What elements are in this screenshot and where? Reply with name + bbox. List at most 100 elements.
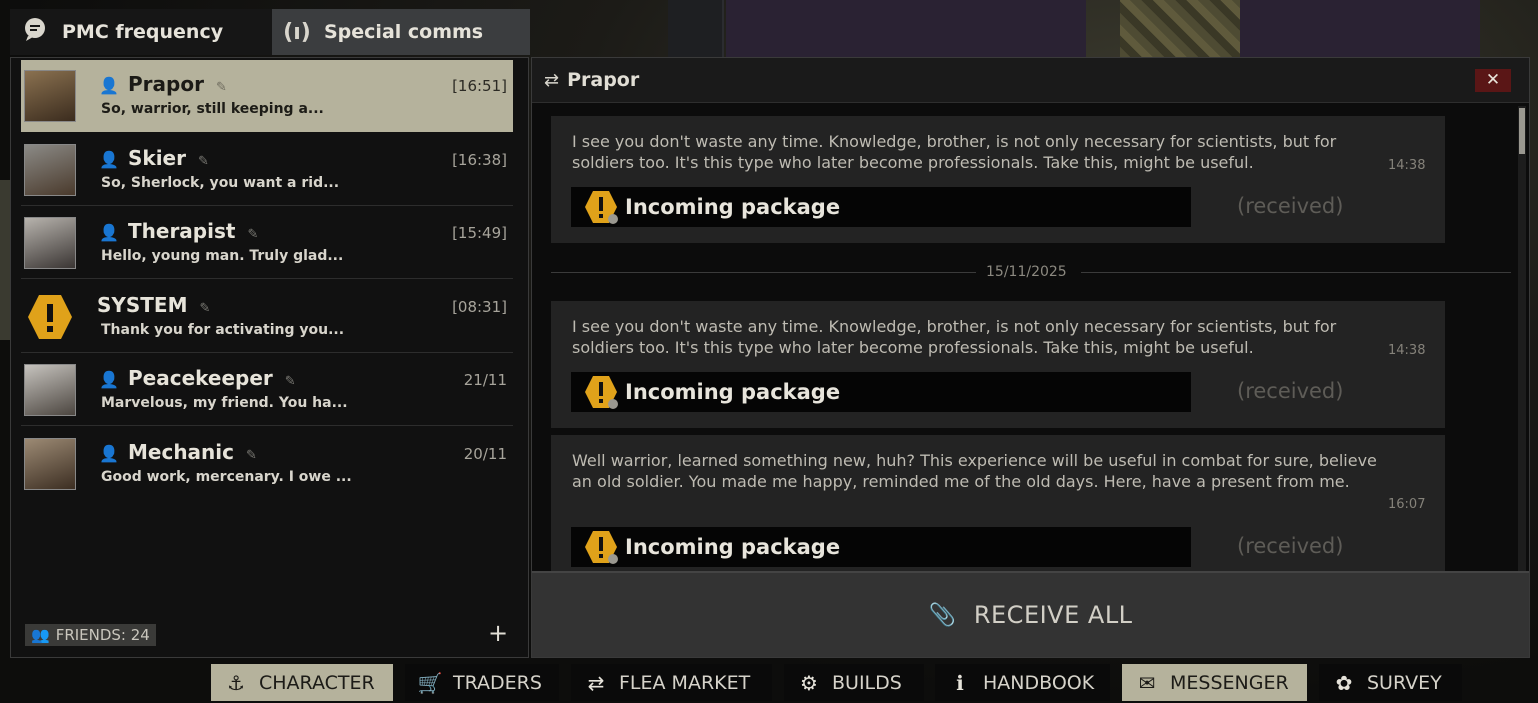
package-label: Incoming package	[625, 380, 841, 404]
warning-icon	[24, 291, 76, 343]
nav-messenger[interactable]: ✉ MESSENGER	[1122, 664, 1307, 701]
chat-header: ⇄ Prapor ✕	[532, 58, 1529, 103]
dialog-name: SYSTEM ✎	[97, 293, 211, 317]
pin-icon[interactable]: ✎	[200, 301, 211, 316]
incoming-package[interactable]: Incoming package	[571, 372, 1191, 412]
avatar	[24, 144, 76, 196]
survey-icon: ✿	[1335, 670, 1353, 695]
chat-bubble-icon	[20, 16, 50, 48]
message-time: 16:07	[1388, 497, 1426, 512]
friends-label: FRIENDS: 24	[55, 626, 150, 644]
dialog-time: [16:51]	[452, 77, 507, 95]
date-separator: 15/11/2025	[551, 264, 1511, 280]
incoming-package[interactable]: Incoming package	[571, 187, 1191, 227]
pin-icon[interactable]: ✎	[285, 374, 296, 389]
message-text: I see you don't waste any time. Knowledg…	[572, 132, 1337, 172]
dialog-preview: Good work, mercenary. I owe ...	[101, 469, 352, 485]
dialog-preview: Marvelous, my friend. You ha...	[101, 395, 348, 411]
background-scene-panel	[1240, 0, 1480, 58]
dialog-item-system[interactable]: SYSTEM ✎ [08:31] Thank you for activating…	[21, 281, 513, 353]
exchange-icon: ⇄	[587, 670, 605, 695]
tab-pmc-frequency[interactable]: PMC frequency	[10, 9, 272, 55]
exchange-icon: ⇄	[544, 69, 560, 91]
received-status: (received)	[1237, 379, 1344, 403]
dialog-time: 20/11	[463, 445, 507, 463]
dialog-time: 21/11	[463, 371, 507, 389]
dialog-item-skier[interactable]: 👤 Skier ✎ [16:38] So, Sherlock, you want …	[21, 134, 513, 206]
nav-label: BUILDS	[832, 671, 902, 694]
tab-special-comms[interactable]: (ı) Special comms	[272, 9, 530, 55]
dialog-name: Therapist ✎	[128, 219, 259, 243]
background-scene-panel	[726, 0, 1086, 58]
nav-survey[interactable]: ✿ SURVEY	[1319, 664, 1462, 701]
close-button[interactable]: ✕	[1475, 69, 1511, 92]
incoming-package[interactable]: Incoming package	[571, 527, 1191, 567]
dialog-item-prapor[interactable]: 👤 Prapor ✎ [16:51] So, warrior, still kee…	[21, 60, 513, 132]
friends-button[interactable]: 👥 FRIENDS: 24	[25, 624, 156, 646]
channel-tabs: PMC frequency (ı) Special comms	[10, 9, 530, 55]
pin-icon[interactable]: ✎	[247, 227, 258, 242]
message-time: 14:38	[1388, 158, 1426, 173]
avatar	[24, 438, 76, 490]
chat-scrollbar[interactable]	[1518, 106, 1526, 571]
dialog-time: [08:31]	[452, 298, 507, 316]
user-icon: 👤	[99, 150, 119, 169]
receive-all-label: RECEIVE ALL	[973, 601, 1133, 629]
received-status: (received)	[1237, 194, 1344, 218]
friends-icon: 👥	[31, 626, 50, 644]
cart-icon: 🛒	[417, 670, 443, 695]
chat-message: Well warrior, learned something new, huh…	[551, 435, 1445, 571]
package-label: Incoming package	[625, 535, 841, 559]
character-icon: ⚓	[227, 670, 245, 695]
pin-icon[interactable]: ✎	[216, 80, 227, 95]
pin-icon[interactable]: ✎	[198, 154, 209, 169]
receive-all-button[interactable]: 📎 RECEIVE ALL	[532, 571, 1529, 657]
dialog-name: Peacekeeper ✎	[128, 366, 296, 390]
nav-label: SURVEY	[1367, 671, 1442, 694]
nav-label: FLEA MARKET	[619, 671, 751, 694]
dialog-time: [16:38]	[452, 151, 507, 169]
nav-builds[interactable]: ⚙ BUILDS	[784, 664, 924, 701]
user-icon: 👤	[99, 444, 119, 463]
tab-label: Special comms	[324, 21, 484, 43]
user-icon: 👤	[99, 370, 119, 389]
antenna-icon: (ı)	[283, 19, 311, 45]
dialog-item-peacekeeper[interactable]: 👤 Peacekeeper ✎ 21/11 Marvelous, my frien…	[21, 354, 513, 426]
dialog-item-therapist[interactable]: 👤 Therapist ✎ [15:49] Hello, young man. T…	[21, 207, 513, 279]
user-icon: 👤	[99, 223, 119, 242]
dialog-item-mechanic[interactable]: 👤 Mechanic ✎ 20/11 Good work, mercenary. …	[21, 428, 513, 500]
messenger-icon: ✉	[1138, 670, 1156, 695]
nav-traders[interactable]: 🛒 TRADERS	[405, 664, 559, 701]
dialog-name: Prapor ✎	[128, 72, 227, 96]
received-status: (received)	[1237, 534, 1344, 558]
scrollbar-thumb[interactable]	[1519, 108, 1525, 154]
dialog-time: [15:49]	[452, 224, 507, 242]
chat-message: I see you don't waste any time. Knowledg…	[551, 301, 1445, 428]
nav-handbook[interactable]: ℹ HANDBOOK	[935, 664, 1110, 701]
nav-flea-market[interactable]: ⇄ FLEA MARKET	[571, 664, 772, 701]
add-friend-button[interactable]: +	[488, 619, 508, 647]
background-scene-panel	[0, 180, 10, 340]
handbook-icon: ℹ	[956, 670, 964, 695]
tab-label: PMC frequency	[62, 21, 224, 43]
message-text: I see you don't waste any time. Knowledg…	[572, 317, 1337, 357]
message-text: Well warrior, learned something new, huh…	[572, 451, 1377, 491]
nav-character[interactable]: ⚓ CHARACTER	[211, 664, 393, 701]
nav-label: HANDBOOK	[983, 671, 1095, 694]
builds-icon: ⚙	[800, 670, 818, 695]
nav-label: CHARACTER	[259, 671, 375, 694]
avatar	[24, 70, 76, 122]
nav-label: TRADERS	[453, 671, 542, 694]
pin-icon[interactable]: ✎	[246, 448, 257, 463]
date-text: 15/11/2025	[986, 264, 1067, 280]
paperclip-icon: 📎	[928, 602, 956, 628]
package-warning-icon	[583, 189, 619, 225]
dialog-preview: So, warrior, still keeping a...	[101, 101, 324, 117]
chat-message: I see you don't waste any time. Knowledg…	[551, 116, 1445, 243]
user-icon: 👤	[99, 76, 119, 95]
avatar	[24, 364, 76, 416]
package-warning-icon	[583, 374, 619, 410]
dialog-preview: Thank you for activating you...	[101, 322, 345, 338]
nav-label: MESSENGER	[1170, 671, 1289, 694]
dialog-name: Mechanic ✎	[128, 440, 257, 464]
